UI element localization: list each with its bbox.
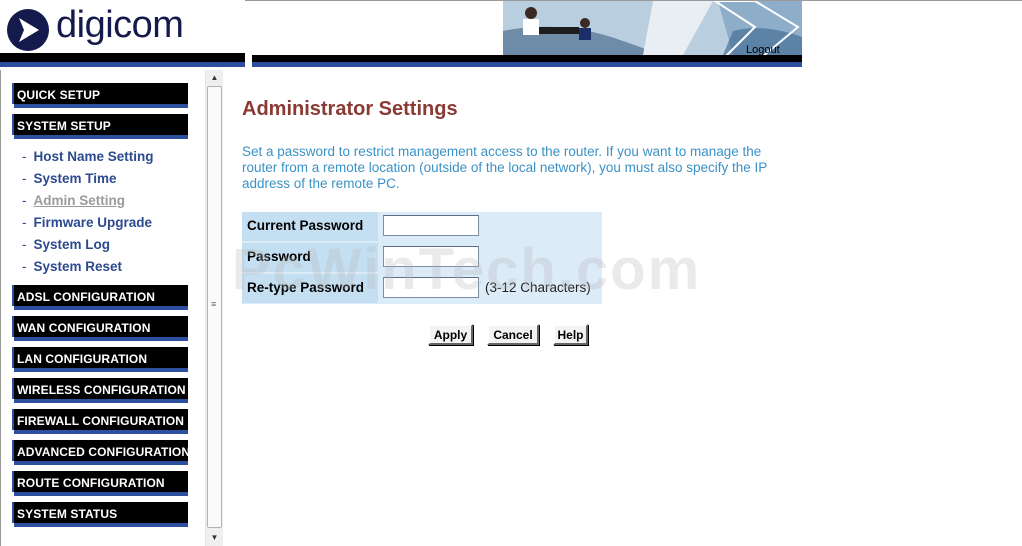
bullet-dash: - xyxy=(22,149,27,164)
scroll-up-arrow-icon[interactable]: ▲ xyxy=(206,70,223,86)
nav-item-admin-setting[interactable]: - Admin Setting xyxy=(22,193,125,208)
nav-route-configuration[interactable]: ROUTE CONFIGURATION xyxy=(12,471,188,497)
nav-item-firmware-upgrade[interactable]: - Firmware Upgrade xyxy=(22,215,152,230)
retype-password-input[interactable] xyxy=(383,277,479,298)
nav-item-label: System Log xyxy=(33,237,111,252)
form-row-current-password: Current Password xyxy=(242,212,602,243)
password-label: Password xyxy=(242,243,378,272)
nav-item-label: System Reset xyxy=(33,259,123,274)
scroll-down-arrow-icon[interactable]: ▼ xyxy=(206,530,223,546)
nav-system-setup[interactable]: SYSTEM SETUP xyxy=(12,114,188,140)
main-content: Administrator Settings Set a password to… xyxy=(222,70,1022,546)
nav-system-status[interactable]: SYSTEM STATUS xyxy=(12,502,188,528)
form-row-password: Password xyxy=(242,243,602,274)
nav-label: FIREWALL CONFIGURATION xyxy=(17,414,185,428)
password-length-hint: (3-12 Characters) xyxy=(485,280,591,295)
nav-label: SYSTEM STATUS xyxy=(17,507,118,521)
nav-wan-configuration[interactable]: WAN CONFIGURATION xyxy=(12,316,188,342)
apply-button[interactable]: Apply xyxy=(428,324,473,345)
bullet-dash: - xyxy=(22,259,27,274)
nav-bar-accent xyxy=(14,523,188,527)
nav-bar-accent xyxy=(14,306,188,310)
nav-bar-accent xyxy=(14,135,188,139)
nav-label: LAN CONFIGURATION xyxy=(17,352,148,366)
cancel-button[interactable]: Cancel xyxy=(487,324,539,345)
nav-bar-accent xyxy=(14,104,188,108)
scroll-thumb[interactable]: ≡ xyxy=(207,86,222,528)
bullet-dash: - xyxy=(22,193,27,208)
nav-quick-setup[interactable]: QUICK SETUP xyxy=(12,83,188,109)
logo-underline-blue xyxy=(0,62,245,67)
help-button[interactable]: Help xyxy=(553,324,588,345)
nav-bar-accent xyxy=(14,430,188,434)
nav-wireless-configuration[interactable]: WIRELESS CONFIGURATION xyxy=(12,378,188,404)
nav-firewall-configuration[interactable]: FIREWALL CONFIGURATION xyxy=(12,409,188,435)
nav-label: ADSL CONFIGURATION xyxy=(17,290,156,304)
page-description: Set a password to restrict management ac… xyxy=(242,144,767,191)
logo-underline-black xyxy=(0,53,245,62)
retype-password-label: Re-type Password xyxy=(242,274,378,303)
nav-item-label: Admin Setting xyxy=(33,193,126,208)
nav-label: ROUTE CONFIGURATION xyxy=(17,476,165,490)
nav-item-label: System Time xyxy=(33,171,117,186)
logo-text: digicom xyxy=(56,4,184,46)
nav-item-label: Host Name Setting xyxy=(33,149,154,164)
current-password-input[interactable] xyxy=(383,215,479,236)
nav-bar-accent xyxy=(14,368,188,372)
banner-bar-black xyxy=(252,55,802,62)
nav-bar-accent xyxy=(14,337,188,341)
nav-bar-accent xyxy=(14,399,188,403)
nav-label: WIRELESS CONFIGURATION xyxy=(17,383,186,397)
password-input[interactable] xyxy=(383,246,479,267)
current-password-label: Current Password xyxy=(242,212,378,241)
nav-bar-accent xyxy=(14,492,188,496)
nav-label: SYSTEM SETUP xyxy=(17,119,111,133)
admin-password-form: Current Password Password Re-type Passwo… xyxy=(242,212,602,304)
brand-logo: digicom xyxy=(0,0,245,67)
sidebar-nav: QUICK SETUP SYSTEM SETUP - Host Name Sett… xyxy=(0,70,206,546)
nav-item-label: Firmware Upgrade xyxy=(33,215,153,230)
nav-item-host-name-setting[interactable]: - Host Name Setting xyxy=(22,149,154,164)
nav-label: WAN CONFIGURATION xyxy=(17,321,151,335)
nav-lan-configuration[interactable]: LAN CONFIGURATION xyxy=(12,347,188,373)
nav-label: QUICK SETUP xyxy=(17,88,101,102)
scroll-grip-icon: ≡ xyxy=(211,299,217,309)
nav-item-system-log[interactable]: - System Log xyxy=(22,237,110,252)
digicom-logo-icon xyxy=(7,9,49,51)
nav-advanced-configuration[interactable]: ADVANCED CONFIGURATION xyxy=(12,440,191,466)
page-title: Administrator Settings xyxy=(242,98,458,120)
nav-item-system-time[interactable]: - System Time xyxy=(22,171,117,186)
bullet-dash: - xyxy=(22,215,27,230)
form-row-retype-password: Re-type Password (3-12 Characters) xyxy=(242,274,602,305)
nav-bar-accent xyxy=(14,461,188,465)
header: digicom Logout xyxy=(0,0,1022,70)
banner-bar-blue xyxy=(252,62,802,67)
nav-label: ADVANCED CONFIGURATION xyxy=(17,445,191,459)
bullet-dash: - xyxy=(22,171,27,186)
nav-item-system-reset[interactable]: - System Reset xyxy=(22,259,122,274)
sidebar-scrollbar[interactable]: ▲ ≡ ▼ xyxy=(205,70,223,546)
bullet-dash: - xyxy=(22,237,27,252)
nav-adsl-configuration[interactable]: ADSL CONFIGURATION xyxy=(12,285,188,311)
